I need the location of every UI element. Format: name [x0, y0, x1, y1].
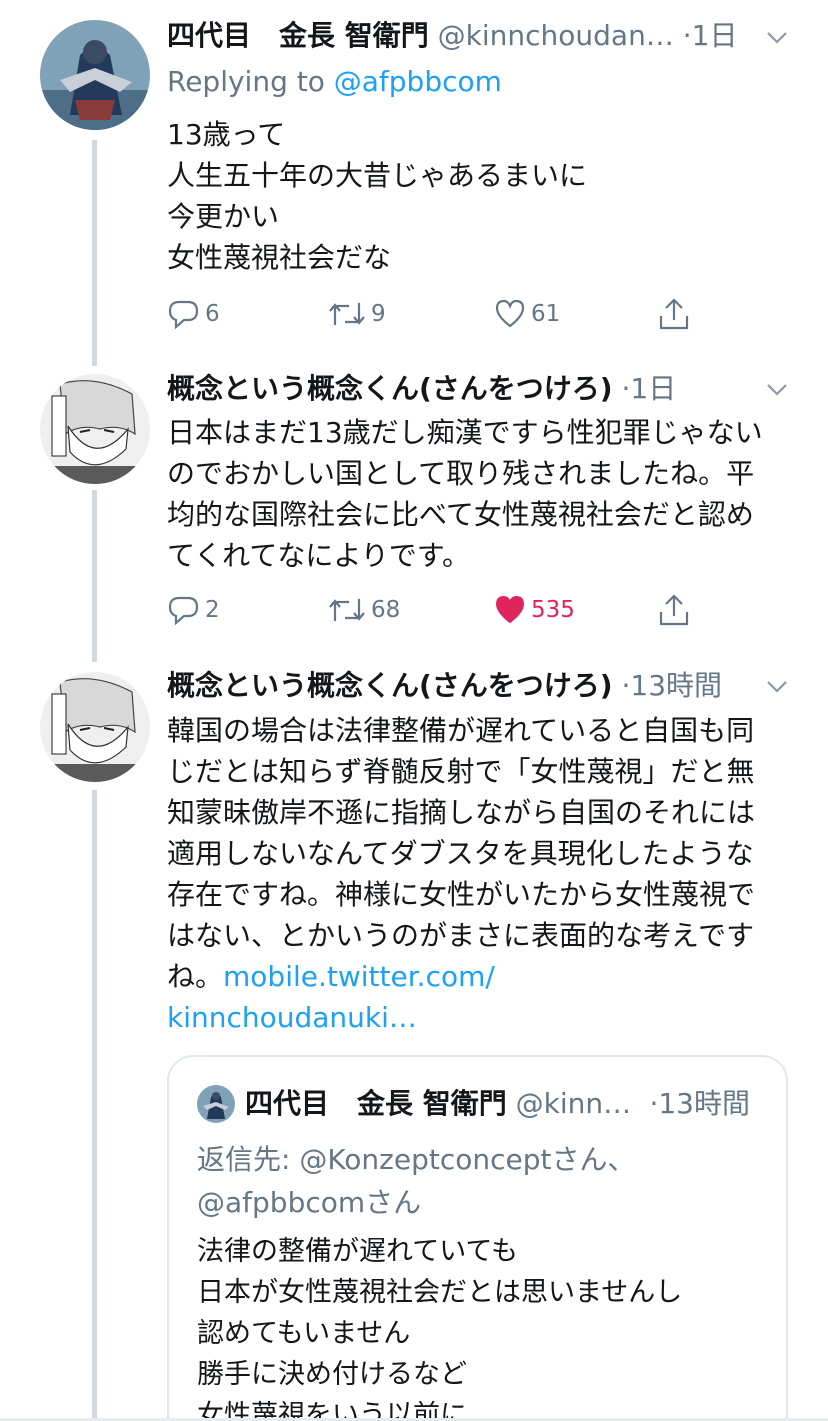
quoted-time: 13時間: [658, 1087, 750, 1120]
tweet[interactable]: 概念という概念くん(さんをつけろ) ·1日 日本はまだ13歳だし痴漢ですら性犯罪…: [0, 360, 828, 660]
avatar[interactable]: [40, 20, 150, 130]
mention-link[interactable]: @afpbbcom: [334, 65, 502, 98]
retweet-button[interactable]: 9: [327, 294, 386, 334]
quoted-timestamp: ·13時間: [649, 1084, 750, 1124]
tweet-text: 日本はまだ13歳だし痴漢ですら性犯罪じゃないのでおかしい国として取り残されました…: [167, 416, 763, 572]
reply-count: 2: [205, 597, 220, 623]
tweet-actions: 6 9 61: [167, 294, 727, 334]
like-button[interactable]: 61: [493, 294, 560, 334]
like-count: 61: [531, 301, 561, 327]
heart-filled-icon: [495, 595, 525, 624]
reply-count: 6: [205, 301, 220, 327]
quoted-reply-to: 返信先: @Konzeptconceptさん、 @afpbbcomさん: [197, 1143, 636, 1219]
retweet-icon: [329, 599, 365, 621]
like-count: 535: [531, 597, 575, 623]
retweet-count: 9: [371, 301, 386, 327]
tweet-text: 韓国の場合は法律整備が遅れていると自国も同じだとは知らず脊髄反射で「女性蔑視」だ…: [167, 710, 777, 1038]
retweet-button[interactable]: 68: [327, 590, 400, 630]
quoted-text: 法律の整備が遅れていても 日本が女性蔑視社会だとは思いませんし 認めてもいません…: [197, 1236, 683, 1421]
tweet-header: 概念という概念くん(さんをつけろ) ·13時間: [167, 666, 722, 706]
timestamp[interactable]: 1日: [630, 372, 676, 405]
display-name[interactable]: 概念という概念くん(さんをつけろ): [167, 669, 613, 702]
reply-button[interactable]: 6: [167, 294, 220, 334]
heart-icon: [495, 299, 525, 328]
user-handle[interactable]: @kinnchoudan…: [438, 19, 674, 52]
replying-to: Replying to @afpbbcom: [167, 62, 502, 102]
tweet-header: 概念という概念くん(さんをつけろ) ·1日: [167, 369, 676, 409]
reply-icon: [168, 300, 199, 330]
timestamp[interactable]: 13時間: [630, 669, 722, 702]
avatar[interactable]: [40, 672, 150, 782]
replying-to-label: Replying to: [167, 65, 334, 98]
quoted-tweet[interactable]: 四代目 金長 智衛門 @kinn… ·13時間 返信先: @Konzeptcon…: [167, 1055, 788, 1421]
share-button[interactable]: [657, 590, 691, 630]
tweet[interactable]: 四代目 金長 智衛門 @kinnchoudan… ·1日 Replying to…: [0, 0, 828, 360]
tweet-text-body: 韓国の場合は法律整備が遅れていると自国も同じだとは知らず脊髄反射で「女性蔑視」だ…: [167, 714, 756, 993]
reply-button[interactable]: 2: [167, 590, 220, 630]
share-icon: [659, 298, 689, 330]
display-name[interactable]: 概念という概念くん(さんをつけろ): [167, 372, 613, 405]
chevron-down-icon[interactable]: [764, 673, 790, 699]
separator-dot: ·: [682, 19, 692, 52]
share-icon: [659, 594, 689, 626]
quoted-header: 四代目 金長 智衛門 @kinn…: [245, 1084, 631, 1124]
quoted-handle: @kinn…: [515, 1087, 632, 1120]
tweet-header: 四代目 金長 智衛門 @kinnchoudan… ·1日: [167, 16, 737, 56]
retweet-icon: [329, 303, 365, 325]
tweet-text: 13歳って 人生五十年の大昔じゃあるまいに 今更かい 女性蔑視社会だな: [167, 118, 588, 274]
share-button[interactable]: [657, 294, 691, 334]
chevron-down-icon[interactable]: [764, 24, 790, 50]
display-name[interactable]: 四代目 金長 智衛門: [167, 19, 429, 52]
quoted-display-name: 四代目 金長 智衛門: [245, 1087, 507, 1120]
tweet-actions: 2 68 535: [167, 590, 727, 630]
quoted-avatar: [197, 1085, 235, 1123]
chevron-down-icon[interactable]: [764, 376, 790, 402]
timestamp[interactable]: 1日: [692, 19, 738, 52]
avatar[interactable]: [40, 374, 150, 484]
retweet-count: 68: [371, 597, 401, 623]
like-button[interactable]: 535: [493, 590, 575, 630]
reply-icon: [168, 596, 199, 626]
